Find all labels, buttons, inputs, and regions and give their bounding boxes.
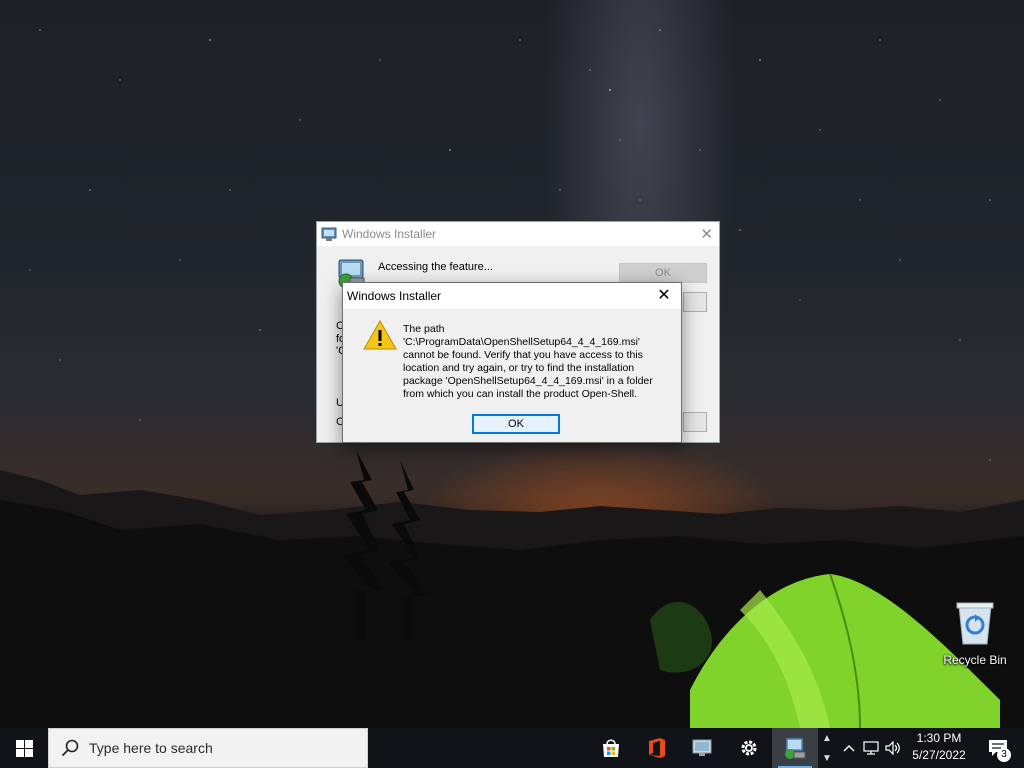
network-icon: [863, 741, 879, 755]
search-box[interactable]: Type here to search: [48, 728, 368, 768]
system-tray: [838, 728, 904, 768]
windows-logo-icon: [15, 739, 33, 757]
taskbar-app-settings[interactable]: [726, 728, 772, 768]
taskbar-apps: [588, 728, 818, 768]
action-center-button[interactable]: 3: [978, 728, 1018, 768]
close-icon[interactable]: ✕: [700, 225, 713, 243]
error-dialog-title: Windows Installer: [347, 289, 442, 303]
store-icon: [603, 739, 619, 757]
close-icon[interactable]: ✕: [647, 283, 681, 309]
clock-time: 1:30 PM: [916, 731, 962, 745]
windows-installer-icon: [785, 737, 806, 759]
mountain-landscape: [0, 450, 1024, 728]
chevron-up-icon: [843, 745, 855, 752]
taskbar: Type here to search ▲ ▼ 1:30 PM 5/27/202…: [0, 728, 1024, 768]
office-icon: [649, 738, 665, 758]
settings-icon: [741, 740, 757, 756]
recycle-bin-label: Recycle Bin: [943, 653, 1007, 667]
recycle-bin[interactable]: Recycle Bin: [940, 600, 1010, 667]
error-message-line: cannot be found. Verify that you have ac…: [403, 349, 643, 361]
taskbar-app-windows-installer[interactable]: [772, 728, 818, 768]
error-message-line: from which you can install the product O…: [403, 388, 638, 400]
error-message: The path 'C:\ProgramData\OpenShellSetup6…: [403, 323, 673, 401]
installer-icon: [321, 227, 337, 241]
show-hidden-icons-button[interactable]: [838, 728, 860, 768]
warning-icon: [363, 319, 397, 350]
progress-secondary-button[interactable]: [683, 412, 707, 432]
search-placeholder: Type here to search: [89, 740, 213, 756]
taskbar-scroll-arrows[interactable]: ▲ ▼: [818, 728, 836, 768]
progress-ok-button[interactable]: OK: [619, 263, 707, 283]
taskbar-app-office[interactable]: [634, 728, 680, 768]
progress-dialog-title: Windows Installer: [342, 227, 437, 241]
progress-dialog-titlebar: Windows Installer ✕: [317, 222, 719, 246]
chevron-up-icon[interactable]: ▲: [822, 733, 832, 744]
taskbar-app-installer[interactable]: [680, 728, 726, 768]
chevron-down-icon[interactable]: ▼: [822, 753, 832, 764]
taskbar-app-store[interactable]: [588, 728, 634, 768]
ok-button[interactable]: OK: [472, 414, 560, 434]
start-button[interactable]: [0, 728, 48, 768]
notification-count-badge: 3: [997, 748, 1011, 762]
error-message-line: 'C:\ProgramData\OpenShellSetup64_4_4_169…: [403, 336, 640, 348]
volume-button[interactable]: [882, 728, 904, 768]
volume-icon: [885, 741, 900, 755]
error-message-line: package 'OpenShellSetup64_4_4_169.msi' i…: [403, 375, 653, 387]
progress-status-text: Accessing the feature...: [378, 261, 493, 273]
progress-cancel-button[interactable]: [683, 292, 707, 312]
error-message-line: The path: [403, 323, 445, 335]
installer-error-dialog: Windows Installer ✕ The path 'C:\Program…: [342, 282, 682, 443]
network-button[interactable]: [860, 728, 882, 768]
installer-app-icon: [692, 739, 712, 756]
recycle-bin-icon: [956, 602, 994, 645]
error-message-line: location and try again, or try to find t…: [403, 362, 635, 374]
error-dialog-titlebar[interactable]: Windows Installer ✕: [343, 283, 681, 309]
search-icon: [61, 739, 79, 757]
taskbar-clock[interactable]: 1:30 PM 5/27/2022: [905, 730, 973, 764]
clock-date: 5/27/2022: [912, 748, 966, 762]
